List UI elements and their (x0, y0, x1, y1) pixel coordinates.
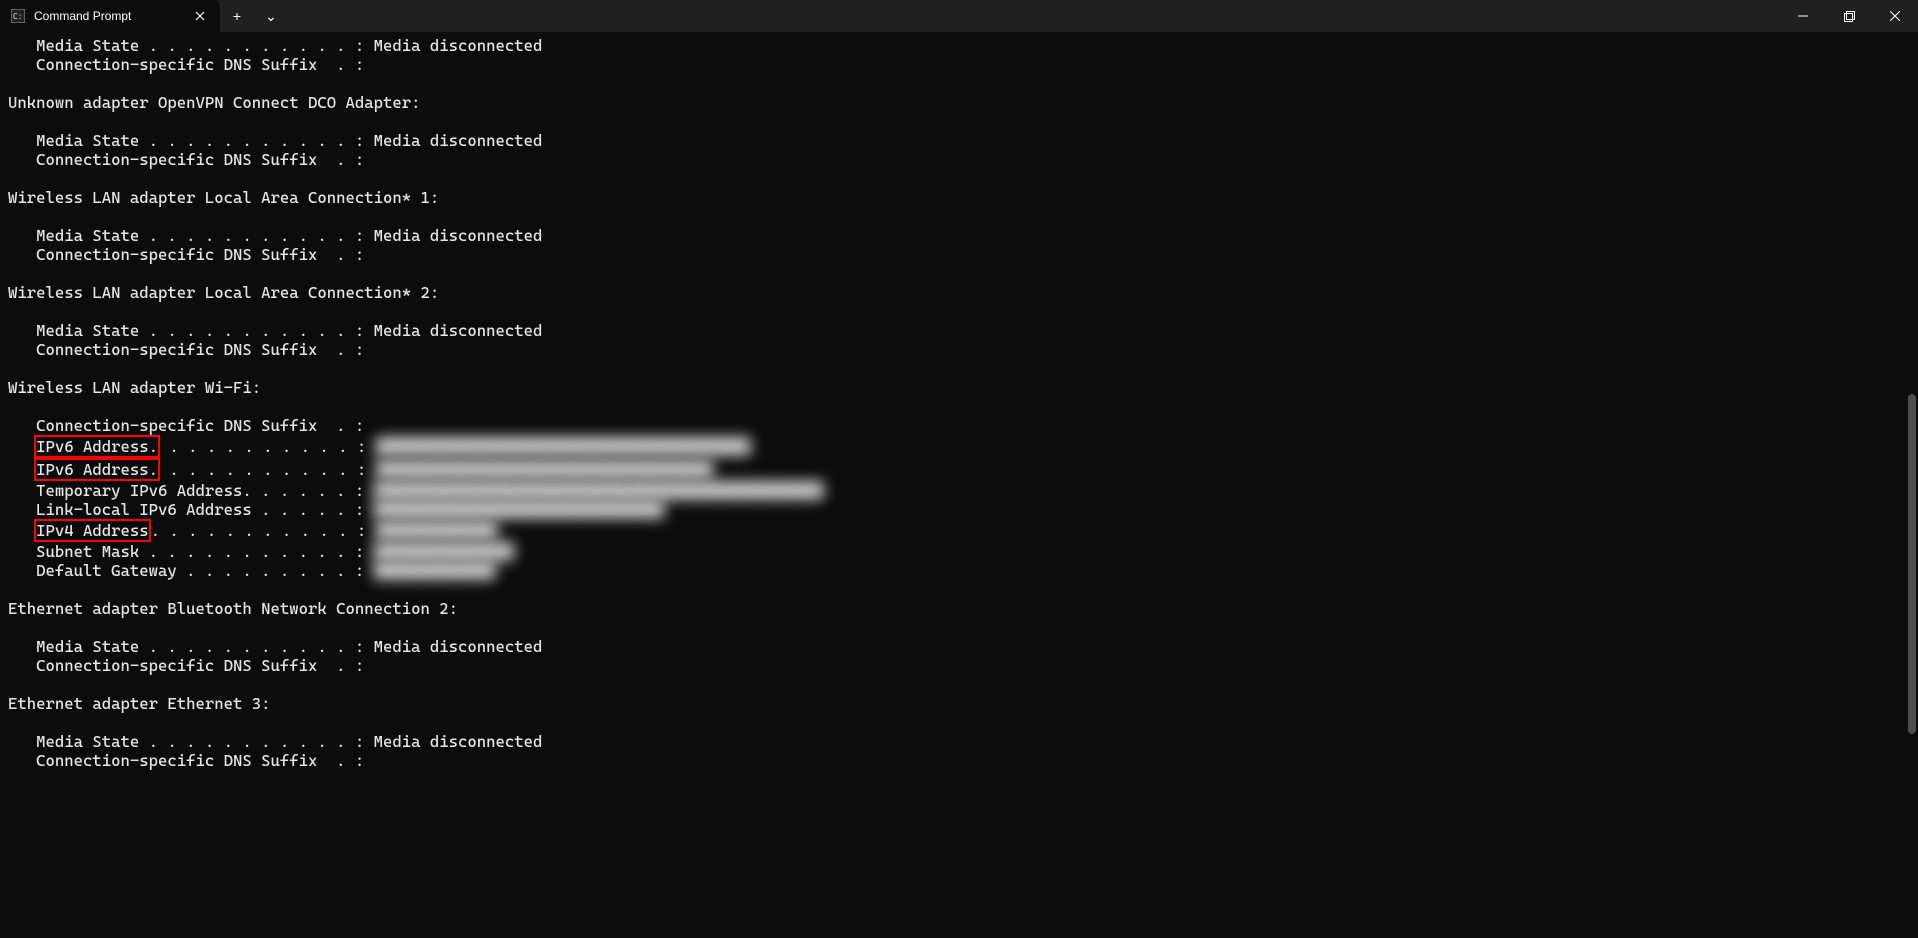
tab-title: Command Prompt (34, 9, 190, 23)
terminal-line: Media State . . . . . . . . . . . : Medi… (8, 321, 1918, 340)
highlight-ipv6-address-2: IPv6 Address. (34, 458, 160, 481)
terminal-area[interactable]: Media State . . . . . . . . . . . : Medi… (0, 32, 1918, 938)
new-tab-button[interactable]: + (220, 0, 254, 32)
terminal-line: Connection-specific DNS Suffix . : (8, 656, 1918, 675)
chevron-down-icon: ⌄ (265, 8, 277, 25)
terminal-line: Temporary IPv6 Address. . . . . . : ████… (8, 481, 1918, 500)
terminal-line: Ethernet adapter Ethernet 3: (8, 694, 1918, 713)
minimize-icon (1798, 11, 1808, 21)
svg-text:C:: C: (13, 12, 22, 21)
terminal-line: Subnet Mask . . . . . . . . . . . : ████… (8, 542, 1918, 561)
window-controls (1780, 0, 1918, 32)
terminal-line-empty (8, 264, 1918, 283)
redacted-value: █████████████ (374, 561, 496, 580)
terminal-line-empty (8, 618, 1918, 637)
close-window-button[interactable] (1872, 0, 1918, 32)
terminal-line-empty (8, 713, 1918, 732)
terminal-line: Wireless LAN adapter Wi-Fi: (8, 378, 1918, 397)
terminal-line-empty (8, 74, 1918, 93)
terminal-line: Media State . . . . . . . . . . . : Medi… (8, 131, 1918, 150)
terminal-line: IPv6 Address. . . . . . . . . . . : ████… (8, 435, 1918, 458)
terminal-line: Connection-specific DNS Suffix . : (8, 340, 1918, 359)
minimize-button[interactable] (1780, 0, 1826, 32)
terminal-line-empty (8, 675, 1918, 694)
redacted-value: ████████████████████████████████████████ (376, 437, 751, 456)
redacted-value: ███████████████████████████████ (374, 500, 665, 519)
highlight-ipv4-address: IPv4 Address (34, 519, 151, 542)
tab-dropdown-button[interactable]: ⌄ (254, 0, 288, 32)
active-tab[interactable]: C: Command Prompt (0, 0, 220, 32)
terminal-line: Connection-specific DNS Suffix . : (8, 150, 1918, 169)
terminal-line-empty (8, 302, 1918, 321)
terminal-line: Wireless LAN adapter Local Area Connecti… (8, 188, 1918, 207)
terminal-line: IPv6 Address. . . . . . . . . . . : ████… (8, 458, 1918, 481)
terminal-line-empty (8, 359, 1918, 378)
terminal-line: Connection-specific DNS Suffix . : (8, 416, 1918, 435)
terminal-line: Ethernet adapter Bluetooth Network Conne… (8, 599, 1918, 618)
maximize-button[interactable] (1826, 0, 1872, 32)
terminal-line: Connection-specific DNS Suffix . : (8, 55, 1918, 74)
plus-icon: + (233, 8, 241, 24)
redacted-value: ████████████████████████████████████████… (374, 481, 824, 500)
terminal-line: Default Gateway . . . . . . . . . : ████… (8, 561, 1918, 580)
terminal-line: IPv4 Address. . . . . . . . . . . : ████… (8, 519, 1918, 542)
redacted-value: ███████████████ (374, 542, 515, 561)
close-icon (1890, 11, 1900, 21)
terminal-line: Media State . . . . . . . . . . . : Medi… (8, 226, 1918, 245)
redacted-value: ████████████████████████████████████ (376, 460, 714, 479)
maximize-icon (1844, 11, 1855, 22)
titlebar-spacer (288, 0, 1780, 32)
cmd-icon: C: (10, 8, 26, 24)
terminal-line: Link-local IPv6 Address . . . . . : ████… (8, 500, 1918, 519)
highlight-ipv6-address-1: IPv6 Address. (34, 435, 160, 458)
title-bar: C: Command Prompt + ⌄ (0, 0, 1918, 32)
terminal-line: Connection-specific DNS Suffix . : (8, 245, 1918, 264)
terminal-line-empty (8, 112, 1918, 131)
terminal-line-empty (8, 580, 1918, 599)
terminal-line: Media State . . . . . . . . . . . : Medi… (8, 637, 1918, 656)
close-tab-button[interactable] (190, 6, 210, 26)
terminal-line-empty (8, 397, 1918, 416)
redacted-value: █████████████ (376, 521, 498, 540)
terminal-line: Media State . . . . . . . . . . . : Medi… (8, 36, 1918, 55)
terminal-line-empty (8, 207, 1918, 226)
terminal-line: Media State . . . . . . . . . . . : Medi… (8, 732, 1918, 751)
terminal-line: Wireless LAN adapter Local Area Connecti… (8, 283, 1918, 302)
terminal-line: Unknown adapter OpenVPN Connect DCO Adap… (8, 93, 1918, 112)
terminal-line: Connection-specific DNS Suffix . : (8, 751, 1918, 770)
terminal-line-empty (8, 169, 1918, 188)
scrollbar-thumb[interactable] (1908, 394, 1916, 734)
